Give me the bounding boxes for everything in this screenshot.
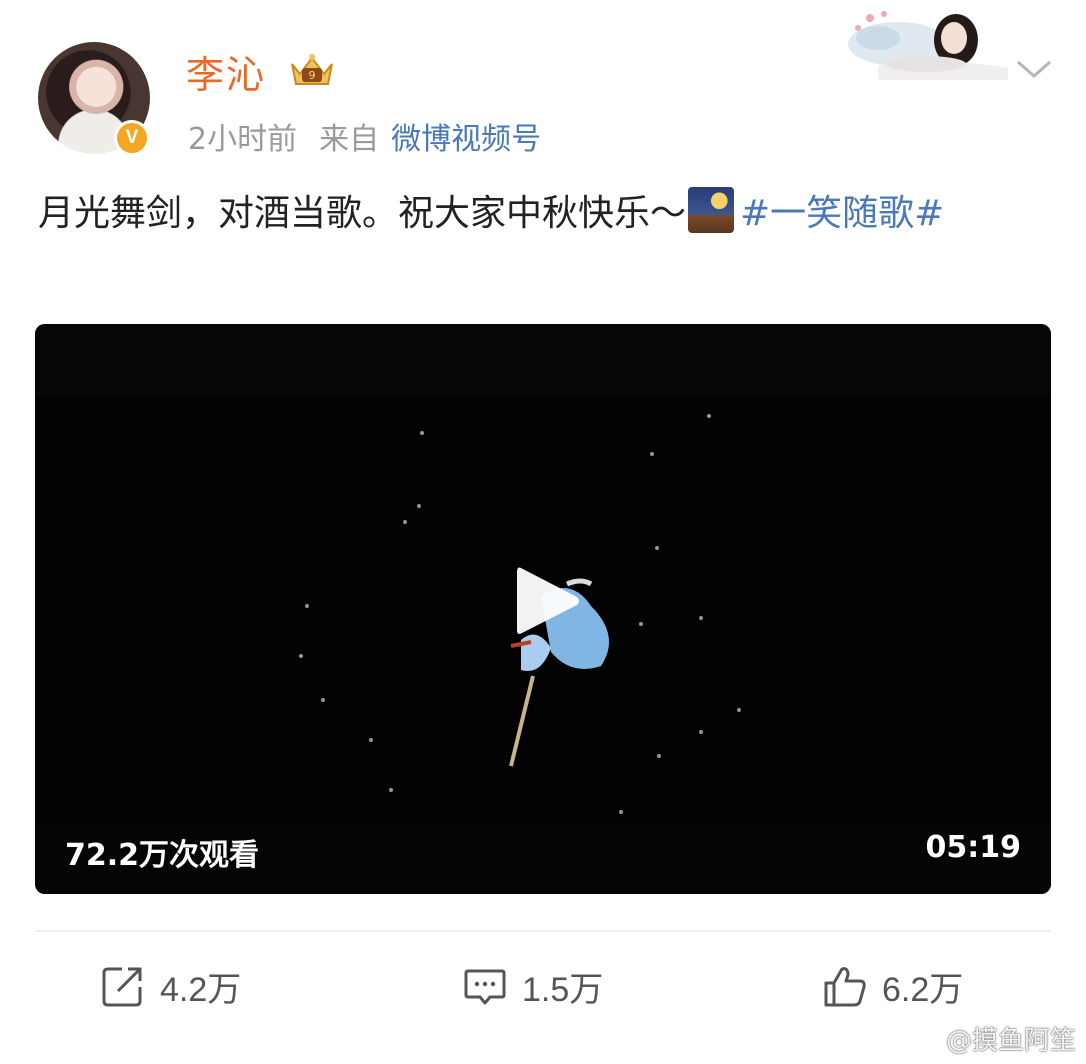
post-text: 月光舞剑，对酒当歌。祝大家中秋快乐～ #一笑随歌# xyxy=(38,186,1058,242)
svg-text:9: 9 xyxy=(309,69,316,82)
comment-button[interactable]: 1.5万 xyxy=(462,958,603,1014)
source-link[interactable]: 微博视频号 xyxy=(391,122,541,157)
moon-festival-emoji-icon xyxy=(688,187,735,233)
topic-link[interactable]: #一笑随歌# xyxy=(740,193,944,234)
chevron-down-icon[interactable] xyxy=(1014,54,1054,84)
video-frame xyxy=(35,396,1051,824)
like-count: 6.2万 xyxy=(882,970,964,1009)
view-count: 72.2万次观看 xyxy=(65,838,260,873)
repost-icon xyxy=(102,967,142,1007)
decoration-card-icon xyxy=(848,11,1008,80)
post-meta: 2小时前 来自 微博视频号 xyxy=(188,114,563,158)
play-icon[interactable] xyxy=(513,564,583,638)
vip-crown-icon: 9 xyxy=(291,54,333,85)
source-prefix: 来自 xyxy=(319,122,380,157)
video-player[interactable]: 72.2万次观看 05:19 xyxy=(35,324,1051,894)
watermark: @摸鱼阿笙 xyxy=(945,1026,1076,1056)
post-time: 2小时前 xyxy=(188,122,298,157)
divider xyxy=(35,930,1051,932)
comment-icon xyxy=(464,969,506,1005)
post-body: 月光舞剑，对酒当歌。祝大家中秋快乐～ xyxy=(38,193,687,234)
repost-button[interactable]: 4.2万 xyxy=(100,958,241,1014)
thumbs-up-icon xyxy=(824,967,866,1007)
comment-count: 1.5万 xyxy=(522,970,604,1009)
verified-badge: V xyxy=(114,120,150,156)
username[interactable]: 李沁 xyxy=(186,44,266,99)
post-header: V 李沁 9 2小时前 来自 微博视频号 xyxy=(0,0,1086,170)
video-top-band xyxy=(35,324,1051,396)
repost-count: 4.2万 xyxy=(160,970,242,1009)
video-duration: 05:19 xyxy=(925,830,1022,865)
like-button[interactable]: 6.2万 xyxy=(822,958,963,1014)
